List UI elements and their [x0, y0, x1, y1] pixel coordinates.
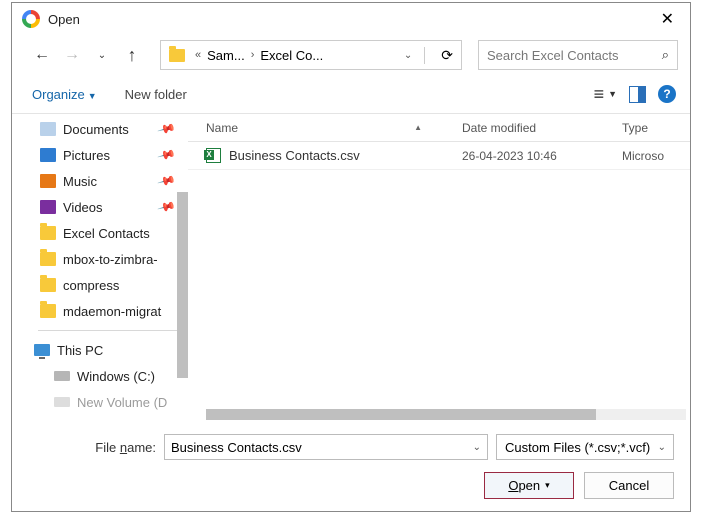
sidebar-item-videos[interactable]: Videos📌: [20, 194, 188, 220]
footer: File name: Business Contacts.csv⌄ Custom…: [12, 420, 690, 511]
search-icon: ⌕: [662, 47, 669, 63]
recent-dropdown[interactable]: ⌄: [90, 50, 114, 61]
sort-asc-icon: ▲: [414, 123, 422, 132]
column-type[interactable]: Type: [622, 121, 690, 135]
open-file-dialog: Open ✕ ← → ⌄ ↑ « Sam... › Excel Co... ⌄ …: [11, 2, 691, 512]
dialog-body: Documents📌 Pictures📌 Music📌 Videos📌 Exce…: [12, 113, 690, 420]
crumb-overflow[interactable]: «: [193, 49, 203, 61]
column-headers: Name▲ Date modified Type: [188, 114, 690, 142]
search-placeholder: Search Excel Contacts: [487, 48, 662, 63]
up-button[interactable]: ↑: [120, 45, 144, 66]
pin-icon: 📌: [157, 145, 177, 165]
pin-icon: 📌: [157, 197, 177, 217]
new-folder-button[interactable]: New folder: [125, 87, 187, 102]
filetype-select[interactable]: Custom Files (*.csv;*.vcf)⌄: [496, 434, 674, 460]
window-title: Open: [48, 12, 655, 27]
filename-input[interactable]: Business Contacts.csv⌄: [164, 434, 488, 460]
open-button[interactable]: Open▾: [484, 472, 574, 499]
back-button[interactable]: ←: [30, 46, 54, 64]
chevron-down-icon[interactable]: ⌄: [473, 442, 481, 453]
title-bar: Open ✕: [12, 3, 690, 35]
folder-icon: [40, 278, 56, 292]
sidebar-item-mdaemon[interactable]: mdaemon-migrat: [20, 298, 188, 324]
breadcrumb-bar[interactable]: « Sam... › Excel Co... ⌄ ⟳: [160, 40, 462, 70]
sidebar-item-compress[interactable]: compress: [20, 272, 188, 298]
drive-icon: [54, 371, 70, 381]
help-icon[interactable]: ?: [658, 85, 676, 103]
folder-icon: [40, 226, 56, 240]
music-icon: [40, 174, 56, 188]
cancel-button[interactable]: Cancel: [584, 472, 674, 499]
horizontal-scrollbar[interactable]: [206, 409, 686, 420]
scrollbar-thumb[interactable]: [206, 409, 596, 420]
crumb-seg-2[interactable]: Excel Co...: [260, 48, 323, 63]
file-type: Microso: [622, 149, 690, 163]
sidebar-item-music[interactable]: Music📌: [20, 168, 188, 194]
search-input[interactable]: Search Excel Contacts ⌕: [478, 40, 678, 70]
sidebar-item-drive-c[interactable]: Windows (C:): [20, 363, 188, 389]
pin-icon: 📌: [157, 119, 177, 139]
sidebar-divider: [38, 330, 178, 331]
sidebar-item-mbox[interactable]: mbox-to-zimbra-: [20, 246, 188, 272]
chevron-right-icon: ›: [249, 49, 257, 61]
chevron-down-icon[interactable]: ⌄: [658, 442, 666, 453]
folder-icon: [40, 304, 56, 318]
videos-icon: [40, 200, 56, 214]
preview-pane-toggle[interactable]: [629, 86, 646, 103]
sidebar-item-this-pc[interactable]: This PC: [20, 337, 188, 363]
view-menu[interactable]: ≡▼: [594, 84, 617, 105]
file-list-pane: Name▲ Date modified Type Business Contac…: [188, 114, 690, 420]
file-row[interactable]: Business Contacts.csv 26-04-2023 10:46 M…: [188, 142, 690, 170]
column-date[interactable]: Date modified: [462, 121, 622, 135]
column-name[interactable]: Name▲: [206, 121, 462, 135]
documents-icon: [40, 122, 56, 136]
pin-icon: 📌: [157, 171, 177, 191]
sidebar-scrollbar[interactable]: [177, 192, 188, 378]
pc-icon: [34, 344, 50, 356]
forward-button[interactable]: →: [60, 46, 84, 64]
chevron-down-icon[interactable]: ⌄: [404, 50, 412, 61]
file-name: Business Contacts.csv: [229, 148, 360, 163]
excel-file-icon: [206, 148, 221, 163]
folder-icon: [169, 49, 185, 62]
nav-bar: ← → ⌄ ↑ « Sam... › Excel Co... ⌄ ⟳ Searc…: [12, 35, 690, 75]
close-icon[interactable]: ✕: [655, 7, 680, 31]
refresh-button[interactable]: ⟳: [433, 47, 453, 63]
sidebar-item-documents[interactable]: Documents📌: [20, 116, 188, 142]
toolbar: Organize▼ New folder ≡▼ ?: [12, 75, 690, 113]
organize-menu[interactable]: Organize▼: [26, 83, 103, 106]
chrome-icon: [22, 10, 40, 28]
pictures-icon: [40, 148, 56, 162]
sidebar-item-excel-contacts[interactable]: Excel Contacts: [20, 220, 188, 246]
chevron-down-icon: ▾: [545, 480, 550, 491]
file-date: 26-04-2023 10:46: [462, 149, 622, 163]
drive-icon: [54, 397, 70, 407]
crumb-seg-1[interactable]: Sam...: [207, 48, 245, 63]
folder-icon: [40, 252, 56, 266]
sidebar: Documents📌 Pictures📌 Music📌 Videos📌 Exce…: [12, 114, 188, 420]
filename-label: File name:: [28, 440, 156, 455]
sidebar-item-drive-d[interactable]: New Volume (D: [20, 389, 188, 415]
sidebar-item-pictures[interactable]: Pictures📌: [20, 142, 188, 168]
